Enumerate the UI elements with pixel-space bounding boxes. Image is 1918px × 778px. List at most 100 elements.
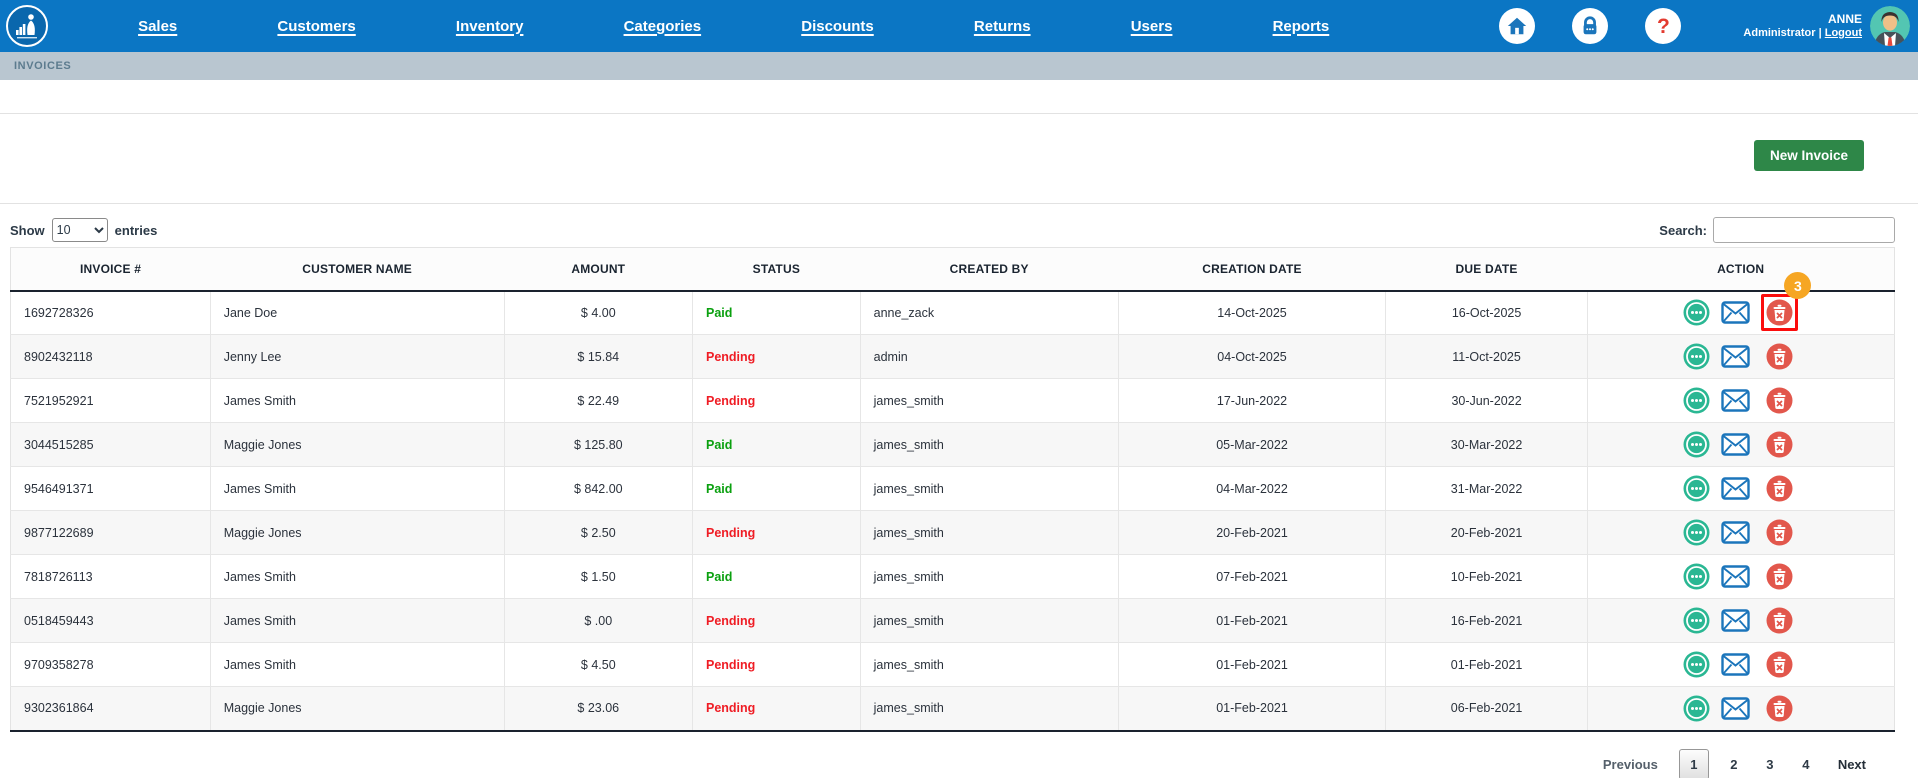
lock-icon[interactable] xyxy=(1572,8,1608,44)
cell-created-by: james_smith xyxy=(860,555,1118,599)
app-logo[interactable] xyxy=(6,5,48,47)
delete-button-wrap xyxy=(1761,382,1798,419)
more-button[interactable] xyxy=(1683,475,1710,502)
avatar[interactable] xyxy=(1870,6,1910,46)
nav-item-categories[interactable]: Categories xyxy=(624,18,702,35)
delete-button[interactable] xyxy=(1766,563,1793,590)
delete-icon xyxy=(1766,475,1793,502)
pagination-next[interactable]: Next xyxy=(1824,757,1880,772)
cell-invoice-number: 7521952921 xyxy=(11,379,211,423)
more-icon xyxy=(1683,299,1710,326)
mail-button[interactable] xyxy=(1721,389,1750,412)
delete-button[interactable] xyxy=(1766,475,1793,502)
column-header[interactable]: CUSTOMER NAME xyxy=(210,248,504,291)
cell-action xyxy=(1587,379,1894,423)
nav-item-discounts[interactable]: Discounts xyxy=(801,18,874,35)
delete-button[interactable] xyxy=(1766,343,1793,370)
cell-status: Paid xyxy=(692,467,860,511)
cell-customer-name: Jenny Lee xyxy=(210,335,504,379)
pagination-page-2[interactable]: 2 xyxy=(1723,749,1745,778)
action-buttons xyxy=(1683,338,1798,375)
more-button[interactable] xyxy=(1683,519,1710,546)
nav-item-customers[interactable]: Customers xyxy=(277,18,355,35)
delete-button[interactable] xyxy=(1766,695,1793,722)
mail-button[interactable] xyxy=(1721,565,1750,588)
column-header[interactable]: ACTION xyxy=(1587,248,1894,291)
nav-item-inventory[interactable]: Inventory xyxy=(456,18,524,35)
nav-item-reports[interactable]: Reports xyxy=(1273,18,1330,35)
lock-glyph xyxy=(1579,15,1601,37)
more-button[interactable] xyxy=(1683,343,1710,370)
mail-button[interactable] xyxy=(1721,477,1750,500)
cell-due-date: 10-Feb-2021 xyxy=(1386,555,1588,599)
cell-invoice-number: 7818726113 xyxy=(11,555,211,599)
more-button[interactable] xyxy=(1683,695,1710,722)
cell-status: Pending xyxy=(692,599,860,643)
delete-button[interactable] xyxy=(1766,387,1793,414)
delete-button[interactable] xyxy=(1766,607,1793,634)
column-header[interactable]: INVOICE # xyxy=(11,248,211,291)
home-glyph xyxy=(1506,15,1528,37)
help-icon[interactable]: ? xyxy=(1645,8,1681,44)
pagination-page-4[interactable]: 4 xyxy=(1795,749,1817,778)
mail-button[interactable] xyxy=(1721,433,1750,456)
mail-button[interactable] xyxy=(1721,653,1750,676)
cell-created-by: admin xyxy=(860,335,1118,379)
cell-due-date: 01-Feb-2021 xyxy=(1386,643,1588,687)
delete-icon xyxy=(1766,563,1793,590)
action-buttons xyxy=(1683,470,1798,507)
mail-icon xyxy=(1721,477,1750,500)
nav-icon-group: ? xyxy=(1499,8,1681,44)
mail-button[interactable] xyxy=(1721,345,1750,368)
page-size-select[interactable]: 10 xyxy=(52,218,108,242)
logout-link[interactable]: Logout xyxy=(1825,27,1862,39)
pagination-page-1[interactable]: 1 xyxy=(1679,749,1709,778)
nav-item-sales[interactable]: Sales xyxy=(138,18,177,35)
invoice-row: 1692728326 Jane Doe $ 4.00 Paid anne_zac… xyxy=(11,291,1895,335)
more-icon xyxy=(1683,695,1710,722)
mail-button[interactable] xyxy=(1721,301,1750,324)
cell-creation-date: 01-Feb-2021 xyxy=(1118,687,1386,731)
delete-button[interactable] xyxy=(1766,519,1793,546)
column-header[interactable]: CREATED BY xyxy=(860,248,1118,291)
pagination-previous[interactable]: Previous xyxy=(1589,757,1672,772)
mail-button[interactable] xyxy=(1721,521,1750,544)
delete-button[interactable] xyxy=(1766,431,1793,458)
user-separator: | xyxy=(1819,27,1822,39)
mail-icon xyxy=(1721,697,1750,720)
column-header[interactable]: CREATION DATE xyxy=(1118,248,1386,291)
more-button[interactable] xyxy=(1683,563,1710,590)
cell-action xyxy=(1587,511,1894,555)
home-icon[interactable] xyxy=(1499,8,1535,44)
more-button[interactable] xyxy=(1683,651,1710,678)
mail-icon xyxy=(1721,301,1750,324)
column-header[interactable]: DUE DATE xyxy=(1386,248,1588,291)
pagination-page-3[interactable]: 3 xyxy=(1759,749,1781,778)
mail-button[interactable] xyxy=(1721,609,1750,632)
cell-created-by: james_smith xyxy=(860,467,1118,511)
invoice-row: 3044515285 Maggie Jones $ 125.80 Paid ja… xyxy=(11,423,1895,467)
logo-graphic xyxy=(10,9,44,43)
more-button[interactable] xyxy=(1683,387,1710,414)
cell-action xyxy=(1587,467,1894,511)
delete-button-wrap xyxy=(1761,338,1798,375)
nav-item-users[interactable]: Users xyxy=(1131,18,1173,35)
cell-created-by: anne_zack xyxy=(860,291,1118,335)
column-header[interactable]: AMOUNT xyxy=(504,248,692,291)
search-input[interactable] xyxy=(1713,217,1895,243)
delete-button[interactable] xyxy=(1766,299,1793,326)
cell-amount: $ 15.84 xyxy=(504,335,692,379)
delete-button[interactable] xyxy=(1766,651,1793,678)
more-button[interactable] xyxy=(1683,431,1710,458)
mail-button[interactable] xyxy=(1721,697,1750,720)
table-controls: Show 10 entries Search: xyxy=(10,215,1895,245)
new-invoice-button[interactable]: New Invoice xyxy=(1754,140,1864,171)
nav-item-returns[interactable]: Returns xyxy=(974,18,1031,35)
action-buttons xyxy=(1683,426,1798,463)
more-button[interactable] xyxy=(1683,299,1710,326)
column-header[interactable]: STATUS xyxy=(692,248,860,291)
invoice-row: 7818726113 James Smith $ 1.50 Paid james… xyxy=(11,555,1895,599)
more-button[interactable] xyxy=(1683,607,1710,634)
search-label: Search: xyxy=(1659,223,1707,238)
user-name: ANNE xyxy=(1743,12,1862,27)
